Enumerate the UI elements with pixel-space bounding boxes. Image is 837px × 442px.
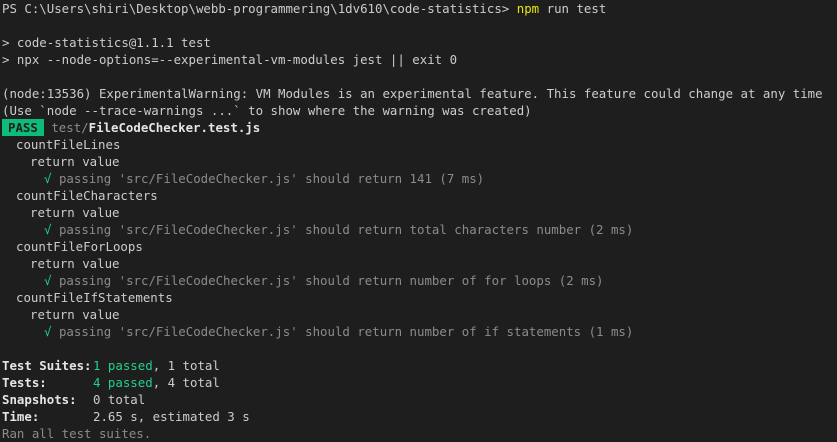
suite-name: countFileForLoops (16, 239, 143, 254)
test-case-text: passing 'src/FileCodeChecker.js' should … (58, 324, 634, 339)
summary-label: Tests: (2, 375, 47, 390)
suite-name: countFileLines (16, 137, 121, 152)
check-icon: √ (44, 222, 52, 237)
prompt-path: PS C:\Users\shiri\Desktop\webb-programme… (2, 1, 510, 16)
summary-snapshots: Snapshots: 0 total (2, 391, 837, 408)
npm-script-line: > code-statistics@1.1.1 test (2, 35, 211, 50)
summary-value: 0 total (93, 392, 146, 407)
check-icon: √ (44, 324, 52, 339)
test-case: √ passing 'src/FileCodeChecker.js' shoul… (2, 170, 837, 187)
suite-name: countFileCharacters (16, 188, 158, 203)
warning-line: (node:13536) ExperimentalWarning: VM Mod… (2, 86, 823, 101)
summary-total: , 4 total (152, 375, 220, 390)
summary-time: Time: 2.65 s, estimated 3 s (2, 408, 837, 425)
suite-group: return value (30, 154, 120, 169)
summary-suites: Test Suites:1 passed, 1 total (2, 357, 837, 374)
summary-label: Test Suites: (2, 358, 92, 373)
prompt-line: PS C:\Users\shiri\Desktop\webb-programme… (2, 0, 837, 17)
prompt-args: run test (546, 1, 607, 16)
summary-label: Snapshots: (2, 392, 77, 407)
summary-passed: 1 passed (93, 358, 153, 373)
test-case: √ passing 'src/FileCodeChecker.js' shoul… (2, 221, 837, 238)
check-icon: √ (44, 171, 52, 186)
terminal-output[interactable]: PS C:\Users\shiri\Desktop\webb-programme… (0, 0, 837, 441)
test-file-name: FileCodeChecker.test.js (88, 120, 261, 135)
test-case: √ passing 'src/FileCodeChecker.js' shoul… (2, 323, 837, 340)
warning-hint-line: (Use `node --trace-warnings ...` to show… (2, 103, 532, 118)
test-case: √ passing 'src/FileCodeChecker.js' shoul… (2, 272, 837, 289)
summary-passed: 4 passed (93, 375, 153, 390)
suite-name: countFileIfStatements (16, 290, 173, 305)
test-case-text: passing 'src/FileCodeChecker.js' should … (58, 222, 634, 237)
suite-group: return value (30, 256, 120, 271)
test-case-text: passing 'src/FileCodeChecker.js' should … (58, 171, 485, 186)
summary-value: 2.65 s, estimated 3 s (93, 409, 250, 424)
test-result-line: PASS test/FileCodeChecker.test.js (2, 119, 837, 136)
test-path-prefix: test/ (51, 120, 89, 135)
npm-command-line: > npx --node-options=--experimental-vm-m… (2, 52, 458, 67)
summary-total: , 1 total (152, 358, 220, 373)
suite-group: return value (30, 205, 120, 220)
summary-footer: Ran all test suites. (2, 426, 152, 441)
suite-group: return value (30, 307, 120, 322)
check-icon: √ (44, 273, 52, 288)
summary-label: Time: (2, 409, 40, 424)
pass-badge: PASS (2, 119, 44, 136)
summary-tests: Tests: 4 passed, 4 total (2, 374, 837, 391)
prompt-command: npm (516, 1, 540, 16)
test-case-text: passing 'src/FileCodeChecker.js' should … (58, 273, 604, 288)
